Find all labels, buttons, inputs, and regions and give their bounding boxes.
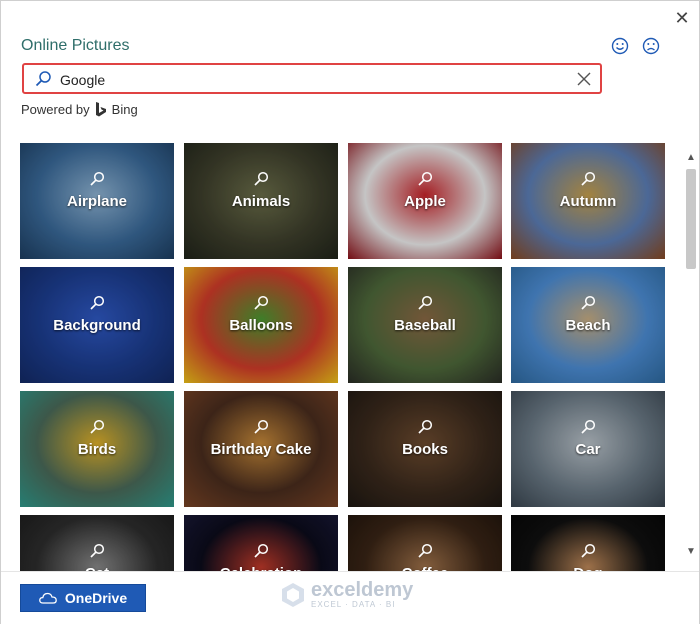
scroll-up-arrow[interactable]: ▲ (684, 151, 698, 165)
magnifier-icon (418, 419, 433, 434)
tile-label: Background (53, 317, 141, 334)
scroll-thumb[interactable] (686, 169, 696, 269)
search-box (22, 63, 602, 94)
scroll-down-arrow[interactable]: ▼ (684, 545, 698, 559)
category-tile[interactable]: Apple (348, 143, 502, 259)
tile-label: Books (402, 441, 448, 458)
category-tile[interactable]: Books (348, 391, 502, 507)
cloud-icon (39, 592, 57, 604)
category-tile[interactable]: Animals (184, 143, 338, 259)
magnifier-icon (418, 295, 433, 310)
magnifier-icon (90, 419, 105, 434)
category-grid: Airplane Animals Apple Autumn Background Ball… (20, 143, 668, 571)
magnifier-icon (581, 295, 596, 310)
onedrive-label: OneDrive (64, 590, 128, 606)
tile-label: Birds (77, 441, 117, 458)
bing-logo-icon (95, 102, 106, 117)
category-tile[interactable]: Car (511, 391, 665, 507)
vertical-scrollbar[interactable]: ▲ ▼ (684, 151, 698, 561)
magnifier-icon (254, 295, 269, 310)
magnifier-icon (254, 543, 269, 558)
category-tile[interactable]: Birds (20, 391, 174, 507)
powered-by: Powered by Bing (21, 102, 138, 117)
category-tile[interactable]: Cat (20, 515, 174, 571)
frown-icon[interactable] (642, 37, 660, 55)
category-tile[interactable]: Birthday Cake (184, 391, 338, 507)
watermark-tagline: EXCEL · DATA · BI (311, 600, 396, 609)
magnifier-icon (581, 419, 596, 434)
onedrive-button[interactable]: OneDrive (20, 584, 146, 612)
tile-label: Animals (231, 193, 291, 210)
category-tile[interactable]: Celebration (184, 515, 338, 571)
magnifier-icon (418, 543, 433, 558)
tile-label: Car (575, 441, 601, 458)
magnifier-icon (254, 171, 269, 186)
magnifier-icon (254, 419, 269, 434)
tile-label: Balloons (229, 317, 293, 334)
magnifier-icon (90, 295, 105, 310)
category-tile[interactable]: Beach (511, 267, 665, 383)
tile-label: Birthday Cake (210, 441, 312, 458)
close-button[interactable]: ✕ (671, 7, 693, 29)
tile-label: Baseball (394, 317, 456, 334)
bing-brand: Bing (111, 102, 138, 117)
search-icon (35, 71, 51, 87)
category-tile[interactable]: Airplane (20, 143, 174, 259)
online-pictures-dialog: ✕ Online Pictures Powered by Bing Airpla… (0, 0, 700, 624)
category-tile[interactable]: Coffee (348, 515, 502, 571)
tile-label: Autumn (559, 193, 617, 210)
magnifier-icon (90, 171, 105, 186)
magnifier-icon (581, 171, 596, 186)
magnifier-icon (90, 543, 105, 558)
category-tile[interactable]: Dog (511, 515, 665, 571)
clear-icon[interactable] (576, 71, 592, 87)
exceldemy-logo-icon (282, 582, 304, 607)
dialog-title: Online Pictures (21, 37, 130, 54)
watermark-name: exceldemy (311, 579, 414, 601)
tile-label: Airplane (66, 193, 127, 210)
tile-label: Beach (565, 317, 611, 334)
category-tile[interactable]: Balloons (184, 267, 338, 383)
category-tile[interactable]: Baseball (348, 267, 502, 383)
tile-label: Apple (404, 193, 446, 210)
magnifier-icon (418, 171, 433, 186)
search-input[interactable] (58, 68, 562, 92)
category-tile[interactable]: Background (20, 267, 174, 383)
dialog-footer: OneDrive exceldemy EXCEL · DATA · BI (1, 571, 699, 624)
exceldemy-watermark: exceldemy EXCEL · DATA · BI (281, 580, 413, 609)
powered-by-label: Powered by (21, 102, 90, 117)
magnifier-icon (581, 543, 596, 558)
category-tile[interactable]: Autumn (511, 143, 665, 259)
smile-icon[interactable] (611, 37, 629, 55)
